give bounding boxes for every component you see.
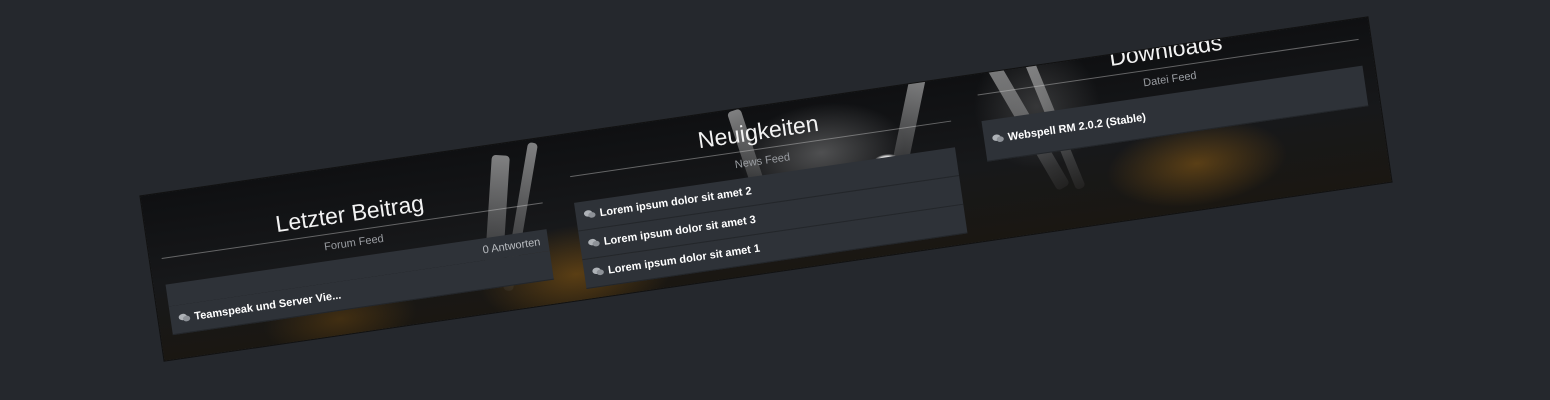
chat-bubbles-icon	[178, 313, 191, 322]
item-label: Webspell RM 2.0.2 (Stable)	[1007, 111, 1147, 144]
column-latest-post: Letzter Beitrag Forum Feed 0 Antworten T…	[156, 161, 554, 336]
chat-bubbles-icon	[588, 238, 600, 247]
column-news: Neuigkeiten News Feed Lorem ipsum dolor …	[564, 79, 968, 289]
feed-banner: Letzter Beitrag Forum Feed 0 Antworten T…	[140, 17, 1392, 361]
chat-bubbles-icon	[592, 267, 604, 276]
chat-bubbles-icon	[583, 210, 596, 218]
chat-bubbles-icon	[992, 134, 1004, 142]
column-downloads: Downloads Datei Feed Webspell RM 2.0.2 (…	[972, 17, 1369, 162]
